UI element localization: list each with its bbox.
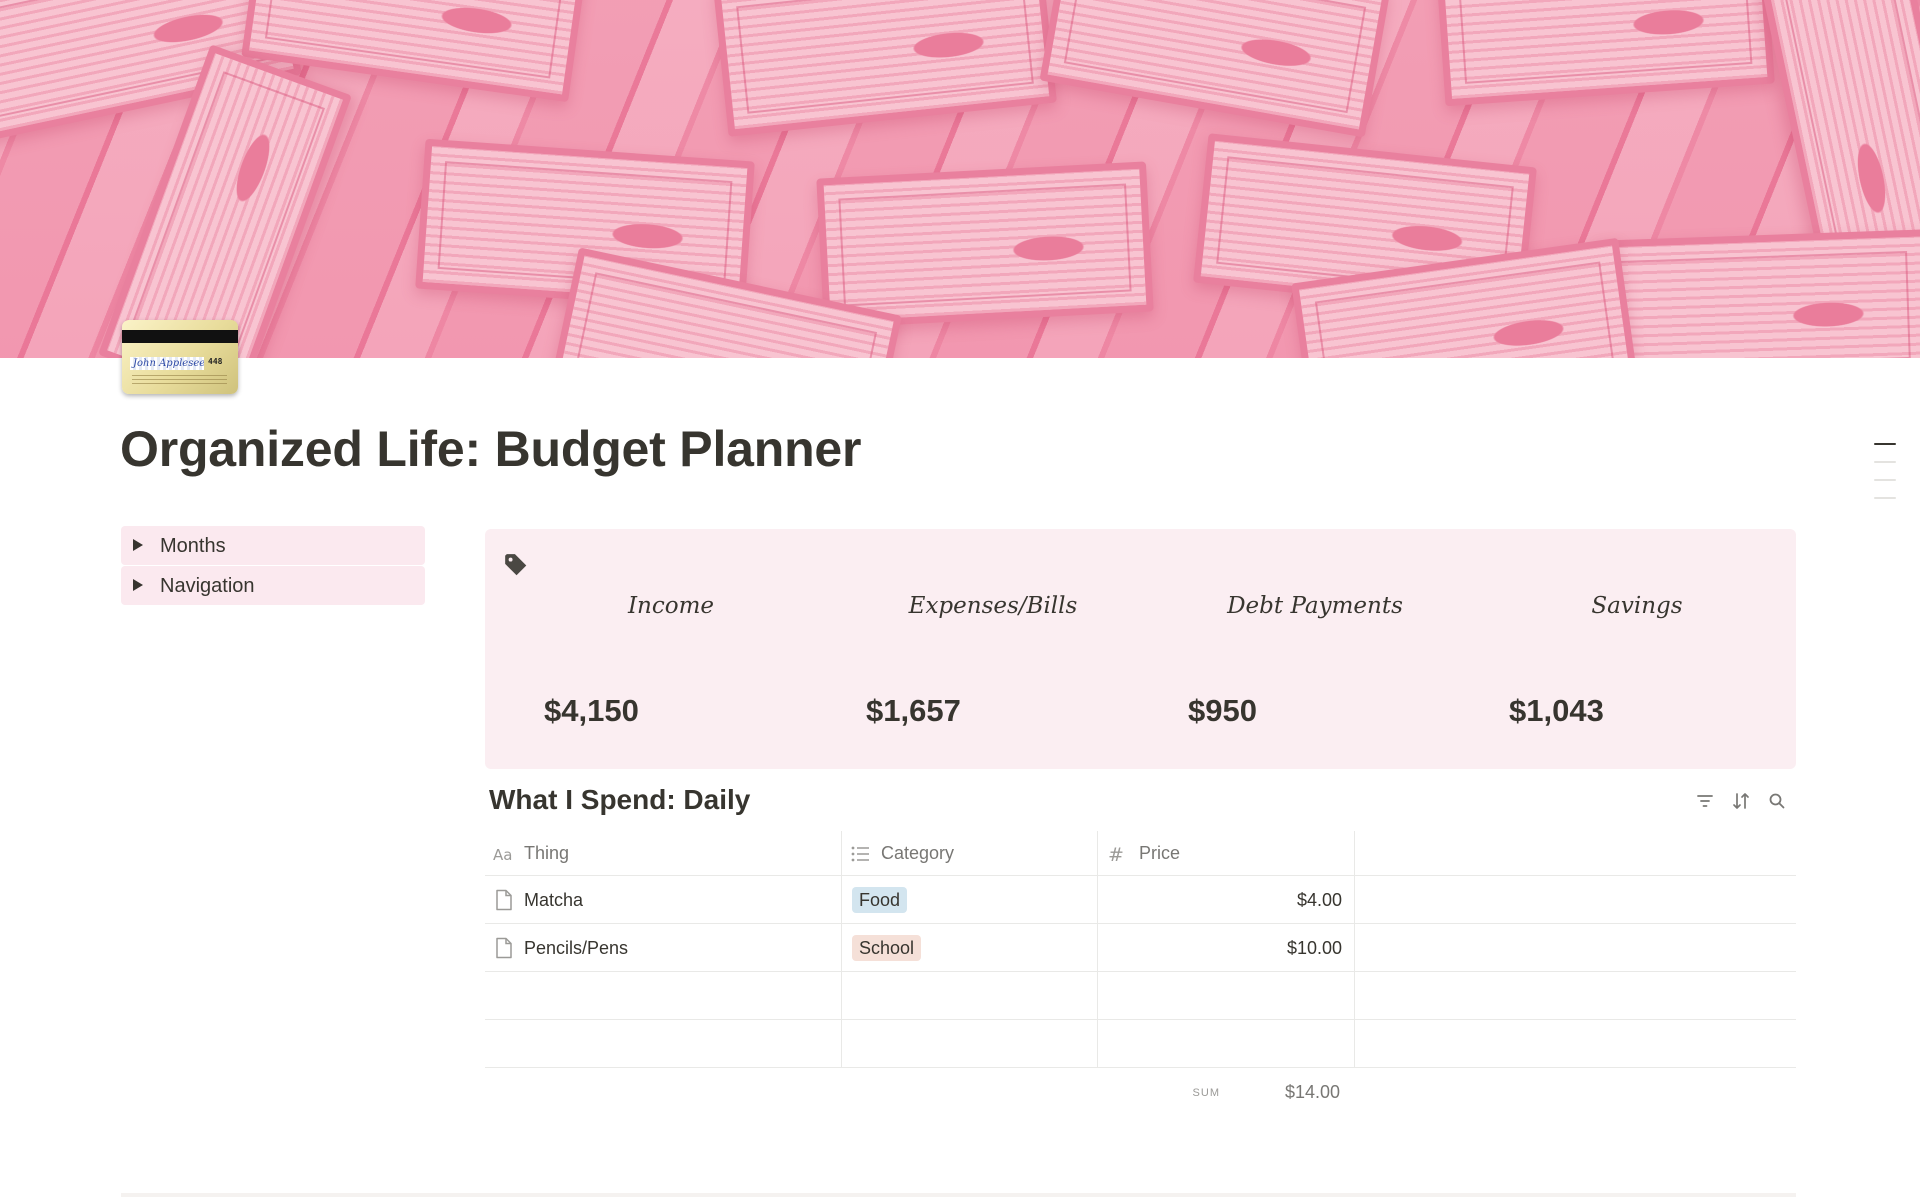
divider [121, 1193, 1796, 1197]
page-title[interactable]: Organized Life: Budget Planner [120, 420, 861, 478]
price-value: $4.00 [1296, 890, 1342, 910]
page-icon [495, 937, 513, 959]
list-property-icon [850, 844, 872, 864]
sort-icon[interactable] [1730, 790, 1752, 812]
card-fine-print [132, 374, 227, 384]
stat-value-expenses: $1,657 [866, 693, 961, 728]
database-title[interactable]: What I Spend: Daily [489, 784, 750, 816]
table-row[interactable]: Pencils/Pens School $10.00 [485, 924, 1796, 972]
page-cover[interactable] [0, 0, 1920, 358]
outline-marker [1874, 479, 1896, 481]
column-header-category[interactable]: Category [842, 831, 1098, 875]
thing-cell[interactable] [485, 1020, 842, 1067]
svg-text:#: # [1108, 844, 1124, 864]
column-header-label: Category [881, 843, 955, 863]
stat-label-savings: Savings [1591, 593, 1683, 619]
calculation-row[interactable]: SUM $14.00 [485, 1078, 1796, 1108]
table-row-empty[interactable] [485, 972, 1796, 1020]
table-row[interactable]: Matcha Food $4.00 [485, 876, 1796, 924]
table-header-row: Aa Thing Category # Price [485, 831, 1796, 876]
card-cvv: 448 [208, 357, 223, 366]
stat-value-income: $4,150 [544, 693, 639, 728]
tag-icon [505, 554, 527, 576]
sum-label: SUM [1192, 1087, 1220, 1099]
category-cell[interactable] [842, 972, 1098, 1019]
price-cell[interactable]: $10.00 [1098, 924, 1355, 971]
table-of-contents-indicator[interactable] [1874, 443, 1896, 515]
category-cell[interactable] [842, 1020, 1098, 1067]
cover-bill [1039, 0, 1391, 138]
thing-cell[interactable]: Matcha [485, 876, 842, 923]
cover-bill [1597, 229, 1920, 358]
category-tag: School [852, 935, 922, 961]
thing-cell[interactable] [485, 972, 842, 1019]
card-signature: John Appleseed [130, 357, 204, 370]
thing-cell[interactable]: Pencils/Pens [485, 924, 842, 971]
column-header-label: Thing [524, 843, 570, 863]
spending-table: Aa Thing Category # Price Matcha Food $4… [485, 831, 1796, 1068]
price-cell[interactable]: $4.00 [1098, 876, 1355, 923]
search-icon[interactable] [1766, 790, 1788, 812]
price-cell[interactable] [1098, 972, 1355, 1019]
thing-name[interactable]: Matcha [524, 890, 583, 911]
category-cell[interactable]: Food [842, 876, 1098, 923]
category-tag: Food [852, 887, 908, 913]
cover-bill [1435, 0, 1775, 107]
outline-marker [1874, 461, 1896, 463]
stat-label-debt-payments: Debt Payments [1227, 593, 1403, 619]
toggle-months[interactable]: Months [121, 526, 425, 565]
price-value: $10.00 [1286, 938, 1342, 958]
outline-marker [1874, 497, 1896, 499]
column-header-price[interactable]: # Price [1098, 831, 1355, 875]
sum-value[interactable]: $14.00 [1285, 1082, 1340, 1103]
thing-name[interactable]: Pencils/Pens [524, 938, 628, 959]
outline-marker [1874, 443, 1896, 445]
empty-cell [1355, 876, 1796, 923]
stat-label-expenses: Expenses/Bills [908, 593, 1078, 619]
stat-label-income: Income [627, 593, 715, 619]
table-row-empty[interactable] [485, 1020, 1796, 1068]
toggle-triangle-icon[interactable] [133, 579, 143, 591]
empty-cell [1355, 972, 1796, 1019]
toggle-label: Navigation [160, 575, 255, 597]
card-magnetic-stripe [122, 330, 238, 343]
toggle-triangle-icon[interactable] [133, 539, 143, 551]
price-cell[interactable] [1098, 1020, 1355, 1067]
svg-text:Aa: Aa [493, 846, 512, 864]
empty-cell [1355, 924, 1796, 971]
column-header-label: Price [1139, 843, 1181, 863]
cover-bill [816, 161, 1154, 329]
filter-icon[interactable] [1694, 790, 1716, 812]
category-cell[interactable]: School [842, 924, 1098, 971]
number-property-icon: # [1106, 844, 1128, 866]
credit-card-icon[interactable]: John Appleseed 448 [122, 320, 238, 394]
database-toolbar [1694, 790, 1794, 812]
cover-bill [713, 0, 1057, 137]
column-header-empty [1355, 831, 1796, 875]
toggle-label: Months [160, 535, 226, 557]
stat-value-savings: $1,043 [1509, 693, 1604, 728]
column-header-thing[interactable]: Aa Thing [485, 831, 842, 875]
toggle-navigation[interactable]: Navigation [121, 566, 425, 605]
stat-value-debt-payments: $950 [1188, 693, 1257, 728]
title-property-icon: Aa [493, 844, 515, 864]
budget-summary-callout: Income Expenses/Bills Debt Payments Savi… [485, 529, 1796, 769]
empty-cell [1355, 1020, 1796, 1067]
page-icon [495, 889, 513, 911]
